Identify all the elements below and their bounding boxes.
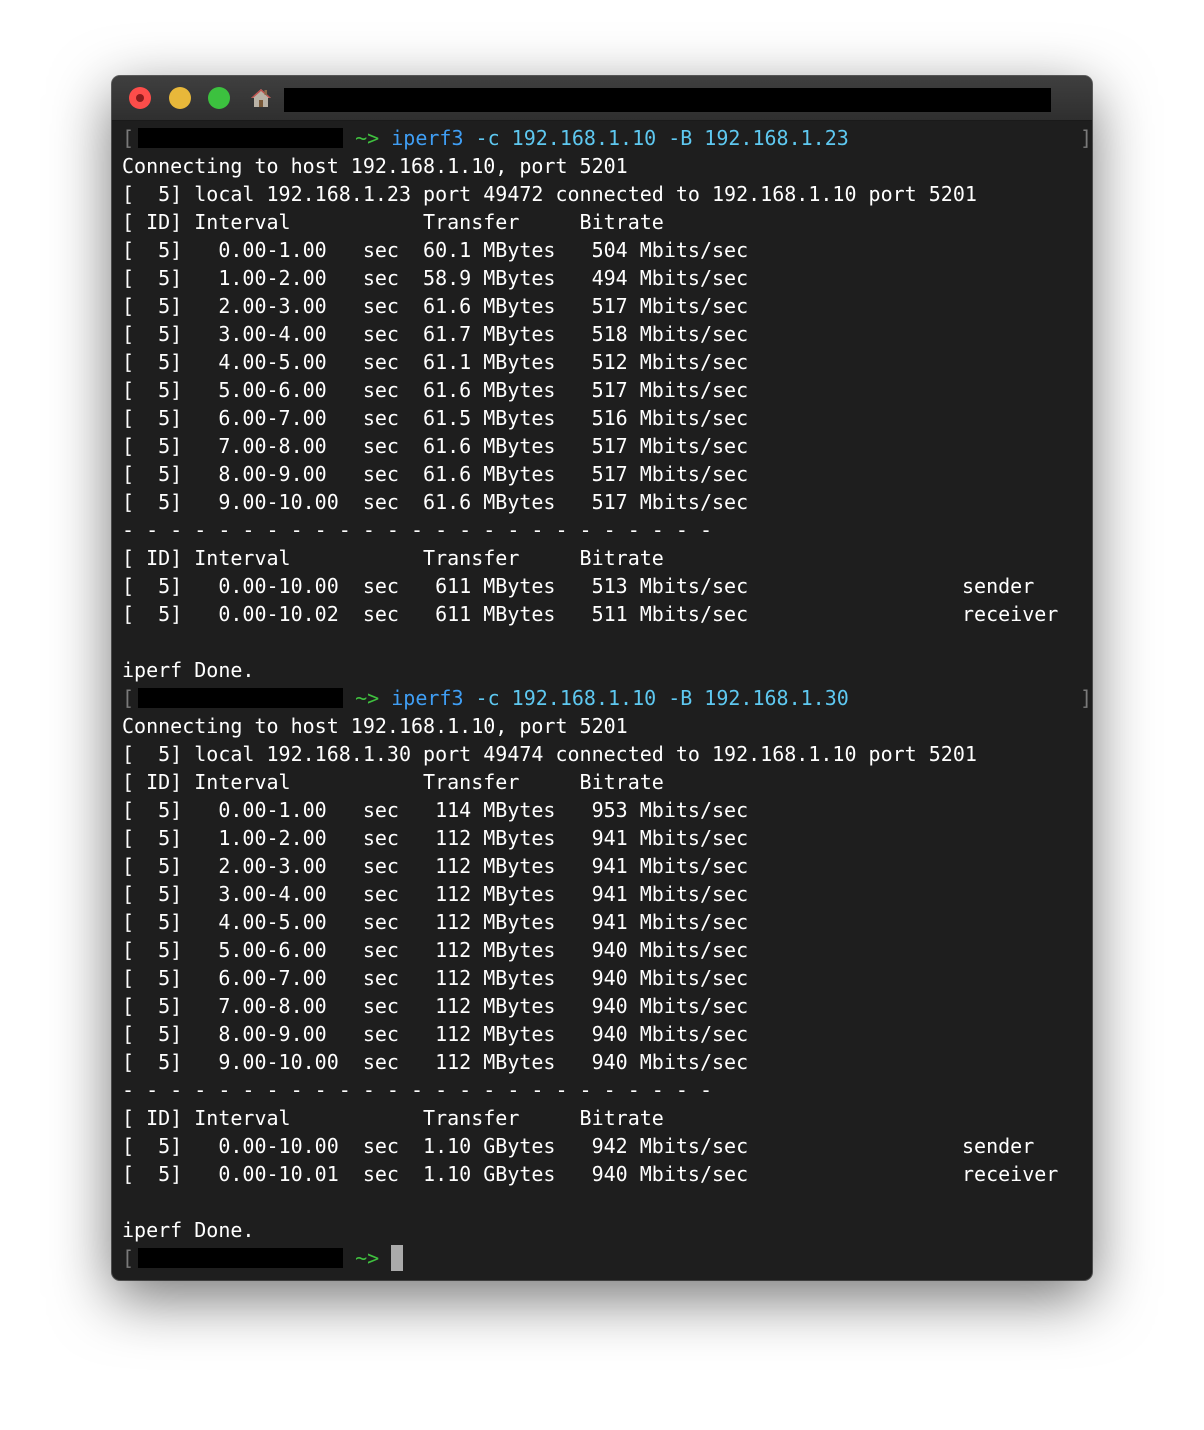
prompt-left-bracket: [ (122, 1246, 135, 1270)
summary-values: [ 5] 0.00-10.01 sec 1.10 GBytes 940 Mbit… (122, 1162, 749, 1186)
prompt-line: [ ~> (122, 1244, 1082, 1272)
interval-row: [ 5] 7.00-8.00 sec 61.6 MBytes 517 Mbits… (122, 434, 749, 458)
interval-row: [ 5] 0.00-1.00 sec 114 MBytes 953 Mbits/… (122, 798, 749, 822)
summary-row: [ 5] 0.00-10.02 sec 611 MBytes 511 Mbits… (122, 600, 1082, 628)
table-header: [ ID] Interval Transfer Bitrate (122, 770, 664, 794)
summary-values: [ 5] 0.00-10.02 sec 611 MBytes 511 Mbits… (122, 602, 749, 626)
summary-role: sender (962, 1134, 1035, 1158)
summary-role: receiver (962, 1162, 1059, 1186)
terminal-output[interactable]: [ ~> iperf3 -c 192.168.1.10 -B 192.168.1… (122, 124, 1092, 1274)
done-line: iperf Done. (122, 658, 255, 682)
interval-row: [ 5] 9.00-10.00 sec 61.6 MBytes 517 Mbit… (122, 490, 749, 514)
interval-row: [ 5] 1.00-2.00 sec 112 MBytes 941 Mbits/… (122, 826, 749, 850)
separator: - - - - - - - - - - - - - - - - - - - - … (122, 1078, 713, 1102)
prompt-arrow: ~> (355, 686, 380, 710)
interval-row: [ 5] 6.00-7.00 sec 112 MBytes 940 Mbits/… (122, 966, 749, 990)
prompt-left-bracket: [ (122, 686, 135, 710)
window-title-redacted (284, 88, 1051, 112)
summary-values: [ 5] 0.00-10.00 sec 611 MBytes 513 Mbits… (122, 574, 749, 598)
prompt-right-bracket: ] (1079, 126, 1092, 150)
done-line: iperf Done. (122, 1218, 255, 1242)
redacted-hostname (138, 128, 344, 148)
separator: - - - - - - - - - - - - - - - - - - - - … (122, 518, 713, 542)
summary-role: sender (962, 574, 1035, 598)
title-bar[interactable] (112, 76, 1092, 121)
prompt-arrow: ~> (355, 1246, 380, 1270)
interval-row: [ 5] 9.00-10.00 sec 112 MBytes 940 Mbits… (122, 1050, 749, 1074)
interval-row: [ 5] 6.00-7.00 sec 61.5 MBytes 516 Mbits… (122, 406, 749, 430)
local-connection-line: [ 5] local 192.168.1.23 port 49472 conne… (122, 182, 977, 206)
summary-values: [ 5] 0.00-10.00 sec 1.10 GBytes 942 Mbit… (122, 1134, 749, 1158)
zoom-button[interactable] (208, 87, 230, 109)
minimize-button[interactable] (169, 87, 191, 109)
terminal-cursor[interactable] (391, 1245, 404, 1271)
command-args: -c 192.168.1.10 -B 192.168.1.23 (475, 126, 849, 150)
close-button[interactable] (129, 87, 151, 109)
interval-row: [ 5] 8.00-9.00 sec 61.6 MBytes 517 Mbits… (122, 462, 749, 486)
local-connection-line: [ 5] local 192.168.1.30 port 49474 conne… (122, 742, 977, 766)
interval-row: [ 5] 3.00-4.00 sec 61.7 MBytes 518 Mbits… (122, 322, 749, 346)
summary-row: [ 5] 0.00-10.00 sec 1.10 GBytes 942 Mbit… (122, 1132, 1082, 1160)
interval-row: [ 5] 2.00-3.00 sec 61.6 MBytes 517 Mbits… (122, 294, 749, 318)
command-args: -c 192.168.1.10 -B 192.168.1.30 (475, 686, 849, 710)
prompt-line: [ ~> iperf3 -c 192.168.1.10 -B 192.168.1… (122, 124, 1092, 152)
connecting-line: Connecting to host 192.168.1.10, port 52… (122, 714, 628, 738)
table-header: [ ID] Interval Transfer Bitrate (122, 210, 664, 234)
interval-row: [ 5] 0.00-1.00 sec 60.1 MBytes 504 Mbits… (122, 238, 749, 262)
interval-row: [ 5] 2.00-3.00 sec 112 MBytes 941 Mbits/… (122, 854, 749, 878)
summary-role: receiver (962, 602, 1059, 626)
interval-row: [ 5] 3.00-4.00 sec 112 MBytes 941 Mbits/… (122, 882, 749, 906)
prompt-line: [ ~> iperf3 -c 192.168.1.10 -B 192.168.1… (122, 684, 1092, 712)
interval-row: [ 5] 4.00-5.00 sec 61.1 MBytes 512 Mbits… (122, 350, 749, 374)
interval-row: [ 5] 8.00-9.00 sec 112 MBytes 940 Mbits/… (122, 1022, 749, 1046)
interval-row: [ 5] 1.00-2.00 sec 58.9 MBytes 494 Mbits… (122, 266, 749, 290)
prompt-right-bracket: ] (1079, 686, 1092, 710)
redacted-hostname (138, 1248, 344, 1268)
summary-header: [ ID] Interval Transfer Bitrate (122, 1106, 664, 1130)
prompt-arrow: ~> (355, 126, 380, 150)
home-icon (251, 89, 271, 107)
summary-header: [ ID] Interval Transfer Bitrate (122, 546, 664, 570)
command: iperf3 (391, 126, 464, 150)
terminal-window: [ ~> iperf3 -c 192.168.1.10 -B 192.168.1… (112, 76, 1092, 1280)
summary-row: [ 5] 0.00-10.01 sec 1.10 GBytes 940 Mbit… (122, 1160, 1082, 1188)
prompt-left-bracket: [ (122, 126, 135, 150)
connecting-line: Connecting to host 192.168.1.10, port 52… (122, 154, 628, 178)
interval-row: [ 5] 5.00-6.00 sec 112 MBytes 940 Mbits/… (122, 938, 749, 962)
command: iperf3 (391, 686, 464, 710)
interval-row: [ 5] 4.00-5.00 sec 112 MBytes 941 Mbits/… (122, 910, 749, 934)
summary-row: [ 5] 0.00-10.00 sec 611 MBytes 513 Mbits… (122, 572, 1082, 600)
redacted-hostname (138, 688, 344, 708)
interval-row: [ 5] 5.00-6.00 sec 61.6 MBytes 517 Mbits… (122, 378, 749, 402)
interval-row: [ 5] 7.00-8.00 sec 112 MBytes 940 Mbits/… (122, 994, 749, 1018)
